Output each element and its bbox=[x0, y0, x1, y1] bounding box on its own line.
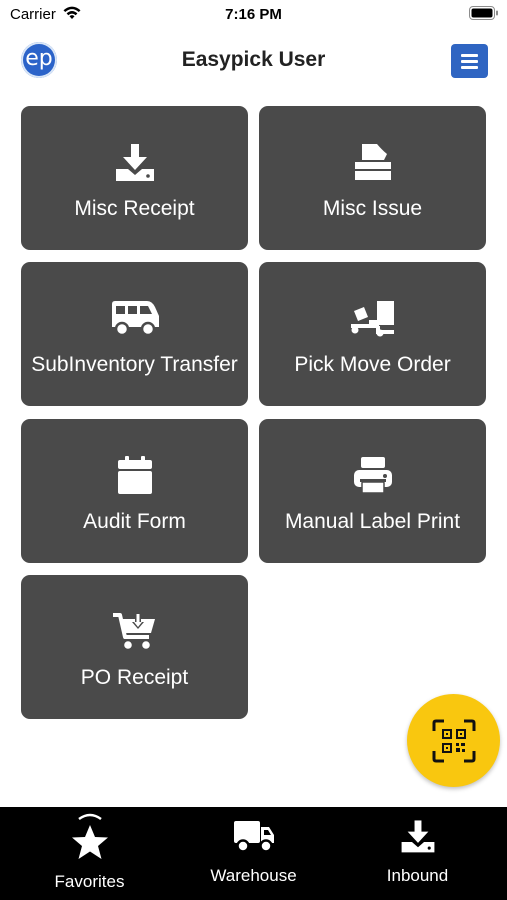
qr-scan-button[interactable] bbox=[407, 694, 500, 787]
nav-favorites[interactable]: Favorites bbox=[5, 807, 174, 900]
battery-icon bbox=[469, 6, 498, 20]
cart-arrow-down-icon bbox=[112, 613, 155, 649]
tile-po-receipt[interactable]: PO Receipt bbox=[21, 575, 248, 719]
tile-label: Audit Form bbox=[83, 510, 186, 533]
tile-manual-label-print[interactable]: Manual Label Print bbox=[259, 419, 486, 563]
nav-label: Inbound bbox=[386, 866, 449, 885]
nav-warehouse[interactable]: Warehouse bbox=[169, 807, 338, 900]
status-bar: Carrier 7:16 PM bbox=[0, 0, 507, 30]
tissue-box-icon bbox=[354, 144, 391, 180]
tile-misc-issue[interactable]: Misc Issue bbox=[259, 106, 486, 250]
tile-label: Manual Label Print bbox=[284, 510, 461, 533]
tile-audit-form[interactable]: Audit Form bbox=[21, 419, 248, 563]
nav-label: Warehouse bbox=[210, 866, 297, 885]
tile-label: PO Receipt bbox=[80, 666, 189, 689]
tile-label: Pick Move Order bbox=[294, 353, 451, 376]
truck-icon bbox=[233, 821, 274, 853]
tile-label: Misc Receipt bbox=[74, 197, 195, 220]
nav-inbound[interactable]: Inbound bbox=[333, 807, 502, 900]
page-title: Easypick User bbox=[181, 48, 326, 71]
shuttle-van-icon bbox=[111, 301, 159, 337]
hamburger-menu-icon bbox=[461, 54, 478, 57]
tile-subinventory-transfer[interactable]: SubInventory Transfer bbox=[21, 262, 248, 406]
qr-scan-icon bbox=[432, 719, 476, 763]
menu-button[interactable] bbox=[451, 44, 488, 78]
status-time: 7:16 PM bbox=[225, 6, 282, 23]
tile-misc-receipt[interactable]: Misc Receipt bbox=[21, 106, 248, 250]
bottom-nav: Favorites Warehouse Inbound bbox=[0, 807, 507, 900]
app-header: ep Easypick User bbox=[0, 38, 507, 84]
calendar-icon bbox=[117, 456, 152, 494]
active-indicator-icon bbox=[78, 813, 102, 820]
nav-label: Favorites bbox=[54, 872, 125, 891]
printer-icon bbox=[353, 457, 392, 494]
tile-label: SubInventory Transfer bbox=[31, 353, 238, 376]
download-tray-icon bbox=[115, 144, 154, 181]
star-icon bbox=[71, 825, 108, 859]
tile-label: Misc Issue bbox=[322, 197, 423, 220]
dolly-flatbed-icon bbox=[350, 301, 394, 337]
tile-pick-move-order[interactable]: Pick Move Order bbox=[259, 262, 486, 406]
download-tray-icon bbox=[401, 820, 434, 853]
